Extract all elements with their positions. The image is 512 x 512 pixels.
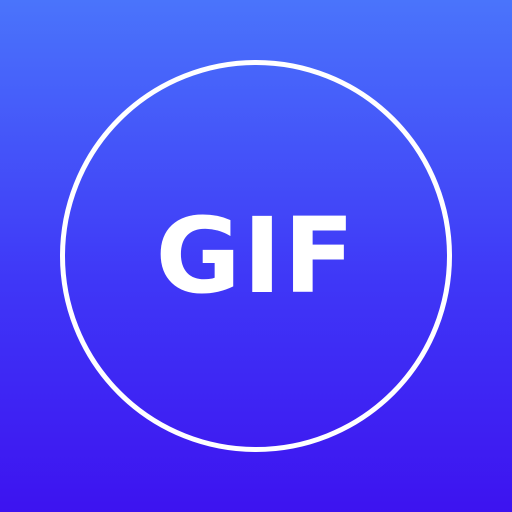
gif-app-icon: GIF <box>0 0 512 512</box>
gif-label: GIF <box>155 195 357 317</box>
